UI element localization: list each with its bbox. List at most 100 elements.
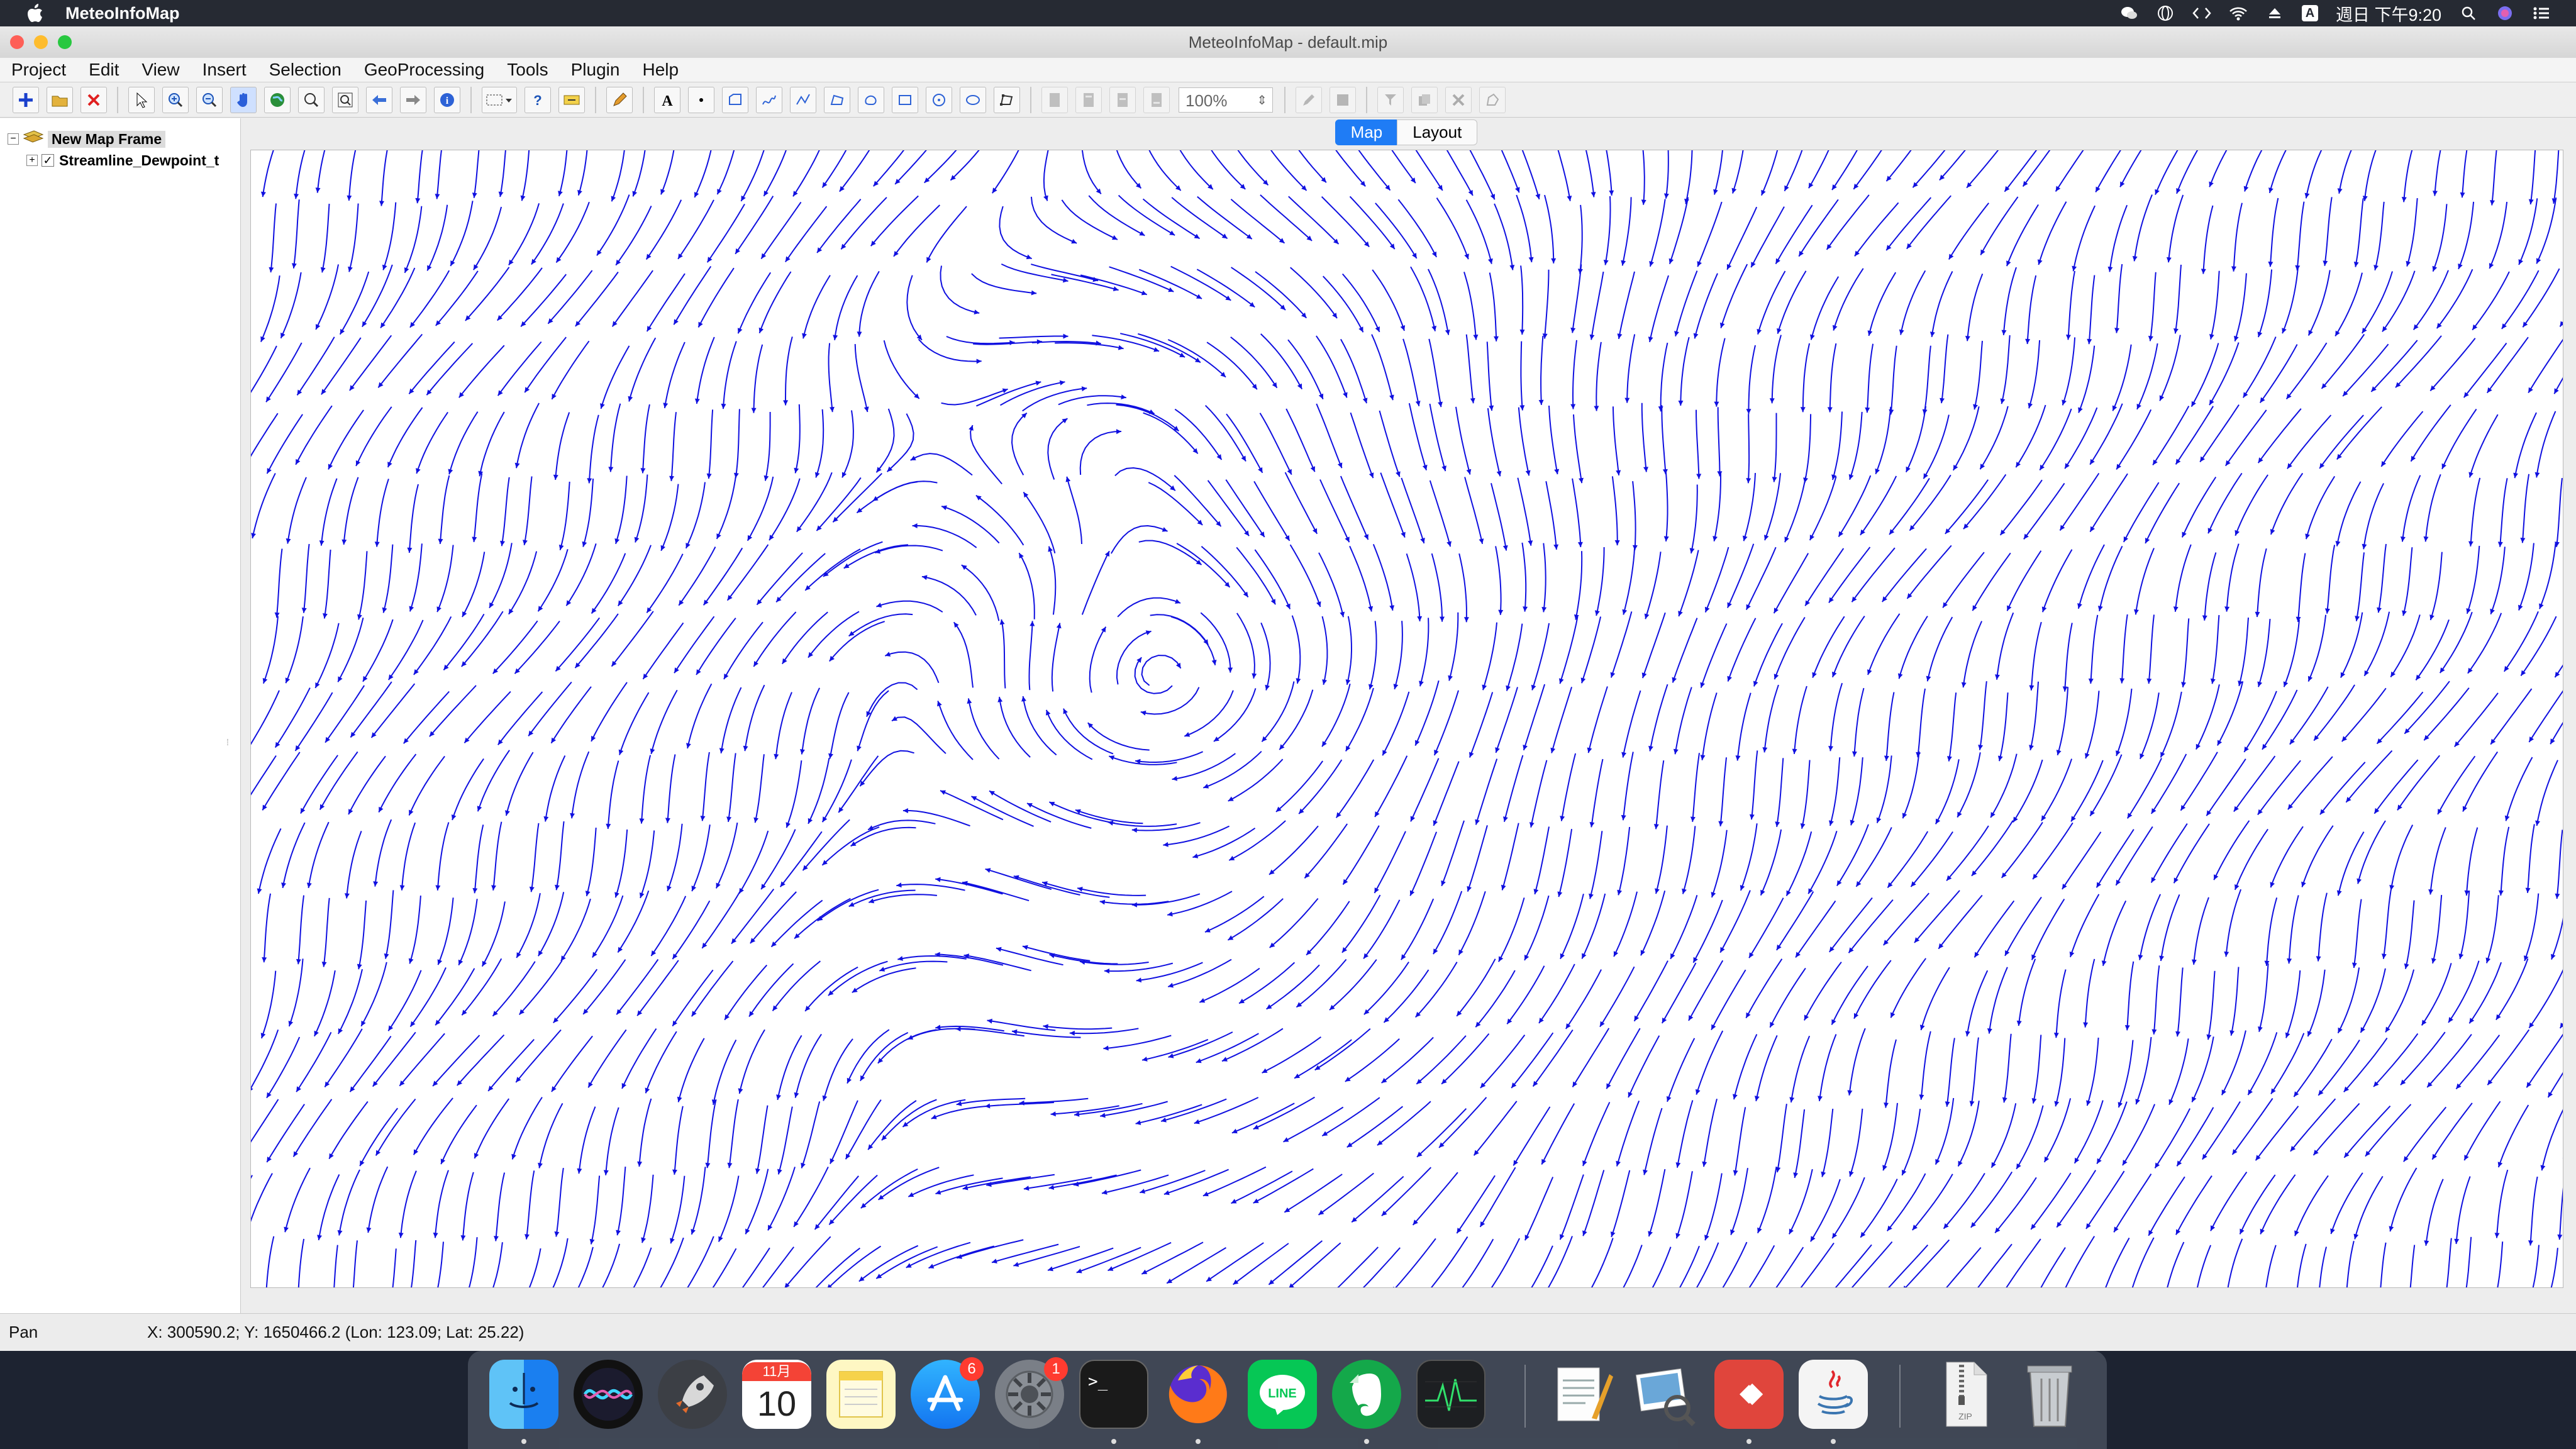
launchpad-icon[interactable] (658, 1360, 727, 1429)
edit-pencil-icon[interactable] (606, 86, 633, 113)
toolbar-separator (1030, 86, 1031, 113)
terminal-icon[interactable]: >_ (1079, 1360, 1148, 1429)
code-brackets-icon[interactable] (2192, 4, 2211, 23)
open-folder-icon[interactable] (47, 86, 73, 113)
panel-splitter-handle[interactable]: ⁞ (226, 737, 233, 747)
wifi-icon[interactable] (2229, 4, 2248, 23)
pan-hand-icon[interactable] (230, 86, 257, 113)
title-bar[interactable]: MeteoInfoMap - default.mip (0, 26, 2576, 58)
menu-tools[interactable]: Tools (496, 60, 559, 80)
expand-icon[interactable]: + (26, 155, 38, 166)
menu-view[interactable]: View (130, 60, 191, 80)
delete-feature-icon[interactable] (1445, 86, 1472, 113)
help-question-icon[interactable]: ? (525, 86, 551, 113)
add-layer-icon[interactable] (13, 86, 39, 113)
map-view-area: Map Layout (247, 118, 2566, 1313)
tab-layout[interactable]: Layout (1397, 119, 1478, 145)
toolbar-separator (117, 86, 118, 113)
copy-feature-icon[interactable] (1411, 86, 1438, 113)
app-store-icon[interactable]: 6 (911, 1357, 984, 1429)
calendar-icon[interactable]: 11月 10 (742, 1360, 811, 1429)
preview-icon[interactable] (1630, 1360, 1699, 1429)
remove-layer-icon[interactable] (80, 86, 107, 113)
menu-plugin[interactable]: Plugin (560, 60, 631, 80)
save-edits-icon[interactable] (1330, 86, 1356, 113)
svg-text:i: i (446, 96, 449, 106)
firefox-icon[interactable] (1163, 1360, 1233, 1429)
freehand-polygon-icon[interactable] (858, 86, 884, 113)
zoom-in-icon[interactable] (162, 86, 189, 113)
forward-arrow-icon[interactable] (400, 86, 426, 113)
label-tool-icon[interactable] (558, 86, 585, 113)
tab-map[interactable]: Map (1335, 119, 1399, 145)
eject-icon[interactable] (2265, 4, 2284, 23)
circle-icon[interactable] (926, 86, 952, 113)
trash-icon[interactable] (2015, 1360, 2084, 1429)
new-layout-icon[interactable] (1041, 86, 1068, 113)
layer-visibility-checkbox[interactable]: ✓ (42, 154, 54, 167)
zoom-magnifier-icon[interactable] (298, 86, 325, 113)
line-messenger-icon[interactable]: LINE (1248, 1360, 1317, 1429)
polygon-icon[interactable] (824, 86, 850, 113)
identify-info-icon[interactable]: i (434, 86, 460, 113)
layer-node[interactable]: + ✓ Streamline_Dewpoint_t (0, 150, 240, 171)
rectangle-icon[interactable] (892, 86, 918, 113)
add-vertex-icon[interactable] (1479, 86, 1506, 113)
map-frame-icon (23, 130, 44, 149)
zoom-level-field[interactable]: 100% ⇕ (1179, 87, 1273, 113)
fit-page-icon[interactable] (1143, 86, 1170, 113)
zoom-page-icon[interactable] (1109, 86, 1136, 113)
java-icon[interactable] (1799, 1360, 1868, 1429)
toolbar-separator (470, 86, 472, 113)
vpn-globe-icon[interactable] (2156, 4, 2175, 23)
menu-project[interactable]: Project (0, 60, 77, 80)
map-frame-node[interactable]: − New Map Frame (0, 128, 240, 150)
system-preferences-icon[interactable]: 1 (995, 1357, 1068, 1429)
status-mode: Pan (9, 1323, 38, 1341)
menu-help[interactable]: Help (631, 60, 690, 80)
menu-geoprocessing[interactable]: GeoProcessing (353, 60, 496, 80)
siri-icon[interactable] (2496, 4, 2514, 23)
status-coordinates: X: 300590.2; Y: 1650466.2 (Lon: 123.09; … (147, 1323, 525, 1341)
notes-icon[interactable] (826, 1360, 896, 1429)
wechat-icon[interactable] (2119, 4, 2138, 23)
text-edit-icon[interactable] (1546, 1360, 1615, 1429)
page-setup-icon[interactable] (1075, 86, 1102, 113)
apple-icon[interactable] (24, 2, 47, 25)
back-arrow-icon[interactable] (366, 86, 392, 113)
text-tool-icon[interactable]: A (654, 86, 680, 113)
map-canvas[interactable] (250, 150, 2563, 1288)
edit-feature-pencil-icon[interactable] (1296, 86, 1322, 113)
zoom-out-icon[interactable] (196, 86, 223, 113)
stepper-arrows-icon[interactable]: ⇕ (1257, 88, 1267, 113)
edit-vertices-icon[interactable] (994, 86, 1020, 113)
zip-archive-icon[interactable]: ZIP (1931, 1360, 2000, 1429)
menu-edit[interactable]: Edit (77, 60, 130, 80)
collapse-icon[interactable]: − (8, 133, 19, 145)
siri-icon[interactable] (574, 1360, 643, 1429)
activity-monitor-icon[interactable] (1416, 1360, 1485, 1429)
input-source-indicator[interactable]: A (2301, 5, 2318, 21)
select-feature-icon[interactable] (1377, 86, 1404, 113)
active-app-name[interactable]: MeteoInfoMap (65, 4, 180, 23)
freehand-line-icon[interactable] (756, 86, 782, 113)
select-rectangle-dropdown-icon[interactable] (482, 86, 517, 113)
anydesk-icon[interactable] (1714, 1360, 1784, 1429)
evernote-icon[interactable] (1332, 1360, 1401, 1429)
clock[interactable]: 週日 下午9:20 (2336, 1, 2441, 26)
polyline-icon[interactable] (790, 86, 816, 113)
streamline-layer (251, 150, 2563, 1287)
toolbar-separator (595, 86, 596, 113)
zoom-to-layer-icon[interactable] (332, 86, 358, 113)
ellipse-icon[interactable] (960, 86, 986, 113)
rectangle-label-icon[interactable] (722, 86, 748, 113)
notification-center-icon[interactable] (2532, 4, 2551, 23)
spotlight-search-icon[interactable] (2459, 4, 2478, 23)
select-pointer-icon[interactable] (128, 86, 155, 113)
menu-selection[interactable]: Selection (258, 60, 353, 80)
calendar-month: 11月 (742, 1362, 811, 1381)
finder-icon[interactable] (489, 1360, 558, 1429)
full-extent-globe-icon[interactable] (264, 86, 291, 113)
point-tool-icon[interactable] (688, 86, 714, 113)
menu-insert[interactable]: Insert (191, 60, 258, 80)
